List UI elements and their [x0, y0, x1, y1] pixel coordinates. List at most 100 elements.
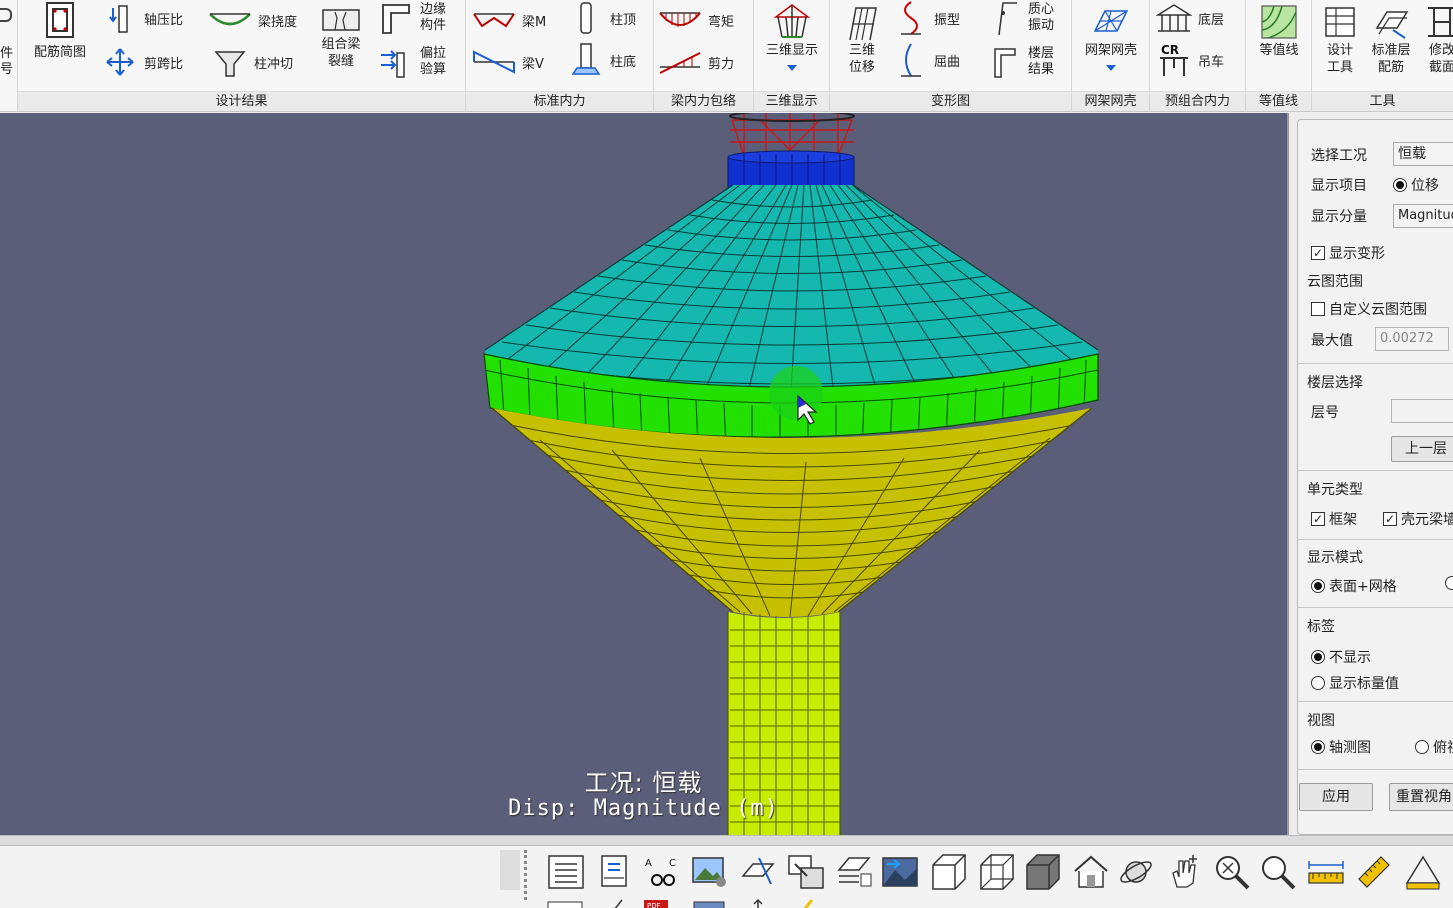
beam-deflection-button[interactable]: 梁挠度 — [208, 4, 297, 36]
space-frame-button[interactable]: 网架网壳 — [1076, 2, 1146, 71]
layer-edit-icon[interactable] — [738, 853, 778, 891]
rotate-view-icon[interactable] — [1116, 853, 1156, 891]
toolbar-handle[interactable] — [524, 850, 530, 900]
axial-ratio-icon — [102, 2, 138, 34]
rebar-diagram-button[interactable]: 配筋简图 — [24, 0, 96, 61]
frame-checkbox[interactable]: ✓ 框架 — [1311, 509, 1357, 529]
label-none-radio[interactable]: 不显示 — [1311, 647, 1371, 667]
view-front-icon[interactable] — [928, 853, 968, 891]
shell-beam-label: 壳元梁墙 — [1401, 512, 1453, 528]
second-row-icon[interactable] — [690, 898, 730, 908]
beam-moment-button[interactable]: 梁M — [472, 4, 546, 36]
home-view-icon[interactable] — [1070, 853, 1110, 891]
3d-displacement-button[interactable]: 三维 位移 — [836, 2, 888, 76]
view-top-label: 俯视图 — [1433, 740, 1453, 756]
layer-list-icon[interactable] — [834, 853, 874, 891]
column-punching-icon — [212, 46, 248, 78]
custom-range-checkbox[interactable]: 自定义云图范围 — [1311, 299, 1427, 319]
picture-settings-icon[interactable] — [690, 853, 730, 891]
view-solid-icon[interactable] — [1022, 853, 1062, 891]
show-deformation-checkbox[interactable]: ✓ 显示变形 — [1311, 243, 1385, 263]
display-component-select[interactable]: Magnitude — [1393, 204, 1453, 228]
display-item-displacement-radio[interactable]: 位移 — [1393, 175, 1439, 195]
panel-divider — [1297, 701, 1453, 702]
composite-beam-crack-button[interactable]: 组合梁 裂缝 — [316, 4, 366, 70]
3d-displacement-icon — [842, 2, 882, 42]
modify-section-button[interactable]: 修改 截面 — [1418, 2, 1453, 76]
buckling-button[interactable]: 屈曲 — [892, 43, 961, 77]
shell-beam-checkbox[interactable]: ✓ 壳元梁墙 — [1383, 509, 1453, 529]
envelope-shear-button[interactable]: 剪力 — [658, 46, 734, 78]
cloud-range-heading: 云图范围 — [1307, 274, 1363, 290]
view-side-icon[interactable] — [976, 853, 1016, 891]
column-top-button[interactable]: 柱顶 — [568, 2, 636, 34]
3d-display-button[interactable]: 三维显示 — [758, 2, 826, 71]
space-frame-dropdown-icon — [1106, 65, 1116, 71]
crane-label: 吊车 — [1198, 54, 1225, 70]
shear-span-button[interactable]: 剪跨比 — [102, 46, 183, 78]
floor-results-button[interactable]: 楼层 结果 — [986, 46, 1054, 78]
alt-display-mode-radio[interactable] — [1445, 576, 1453, 590]
previous-floor-button[interactable]: 上一层 — [1391, 436, 1453, 462]
eccentric-tension-button[interactable]: 偏拉 验算 — [378, 46, 446, 78]
pan-view-icon[interactable] — [1162, 853, 1202, 891]
second-row-icon[interactable] — [546, 898, 586, 908]
mode-shape-button[interactable]: 振型 — [892, 1, 961, 35]
second-row-icon[interactable] — [786, 898, 826, 908]
apply-button[interactable]: 应用 — [1299, 783, 1373, 811]
second-row-icon[interactable] — [594, 898, 634, 908]
load-case-select[interactable]: 恒载 — [1393, 142, 1453, 166]
buckling-label: 屈曲 — [934, 54, 961, 70]
standard-floor-rebar-label-2: 配筋 — [1377, 60, 1404, 75]
second-row-icon[interactable] — [738, 898, 778, 908]
contour-button[interactable]: 等值线 — [1250, 2, 1308, 59]
import-picture-icon[interactable] — [880, 853, 920, 891]
column-bottom-button[interactable]: 柱底 — [568, 43, 636, 76]
edge-member-button[interactable]: 边缘 构件 — [378, 2, 446, 34]
display-component-label: 显示分量 — [1311, 209, 1367, 225]
standard-floor-rebar-icon — [1371, 2, 1411, 42]
zoom-window-icon[interactable] — [1212, 853, 1252, 891]
floor-number-select[interactable] — [1391, 399, 1453, 423]
find-text-icon[interactable]: AC — [642, 853, 682, 891]
surface-mesh-radio[interactable]: 表面+网格 — [1311, 576, 1397, 596]
zoom-icon[interactable] — [1258, 853, 1298, 891]
crane-button[interactable]: CR 吊车 — [1156, 43, 1225, 76]
axial-ratio-button[interactable]: 轴压比 — [102, 2, 183, 34]
document-edit-icon[interactable] — [594, 853, 634, 891]
beam-shear-button[interactable]: 梁V — [472, 46, 544, 78]
app-window: 件 号 配筋简图 轴压比 剪跨比 梁挠度 柱冲切 组合梁 裂缝 边缘 构件 偏拉… — [0, 0, 1453, 908]
view-top-radio[interactable]: 俯视图 — [1415, 737, 1453, 757]
group-label-precombined: 预组合内力 — [1150, 91, 1245, 111]
envelope-moment-button[interactable]: 弯矩 — [658, 4, 734, 36]
measure-ruler-icon[interactable] — [1354, 853, 1394, 891]
reset-view-button[interactable]: 重置视角 — [1389, 783, 1453, 811]
column-punching-button[interactable]: 柱冲切 — [212, 46, 293, 78]
mode-shape-label: 振型 — [934, 12, 961, 28]
bottom-view-toolbar: AC PDF — [0, 835, 1453, 908]
modify-section-label-2: 截面 — [1428, 60, 1453, 75]
max-value-input[interactable]: 0.00272 — [1375, 327, 1449, 351]
svg-text:CR: CR — [1161, 43, 1179, 57]
design-tools-label-1: 设计 — [1326, 43, 1353, 58]
floor-select-heading: 楼层选择 — [1307, 375, 1363, 391]
3d-viewport[interactable]: 工况: 恒载 Disp: Magnitude (m) — [0, 113, 1287, 835]
label-scalar-radio[interactable]: 显示标量值 — [1311, 673, 1399, 693]
ribbon-group-precombined: 底层 CR 吊车 预组合内力 — [1150, 0, 1246, 112]
export-image-icon[interactable] — [786, 853, 826, 891]
panel-divider — [1297, 539, 1453, 540]
radio-unselected-icon — [1415, 740, 1429, 754]
list-view-icon[interactable] — [546, 853, 586, 891]
pdf-icon[interactable]: PDF — [642, 898, 682, 908]
measure-distance-icon[interactable] — [1306, 853, 1346, 891]
centroid-vibration-button[interactable]: 质心 振动 — [986, 2, 1054, 36]
design-tools-button[interactable]: 设计 工具 — [1316, 2, 1364, 76]
view-axonometric-radio[interactable]: 轴测图 — [1311, 737, 1371, 757]
standard-floor-rebar-button[interactable]: 标准层 配筋 — [1364, 2, 1418, 76]
column-bottom-icon — [568, 43, 604, 76]
load-case-label: 选择工况 — [1311, 148, 1367, 164]
ground-floor-button[interactable]: 底层 — [1156, 2, 1224, 34]
measure-angle-icon[interactable] — [1402, 853, 1442, 891]
envelope-moment-label: 弯矩 — [708, 14, 735, 30]
radio-unselected-icon — [1445, 576, 1453, 590]
